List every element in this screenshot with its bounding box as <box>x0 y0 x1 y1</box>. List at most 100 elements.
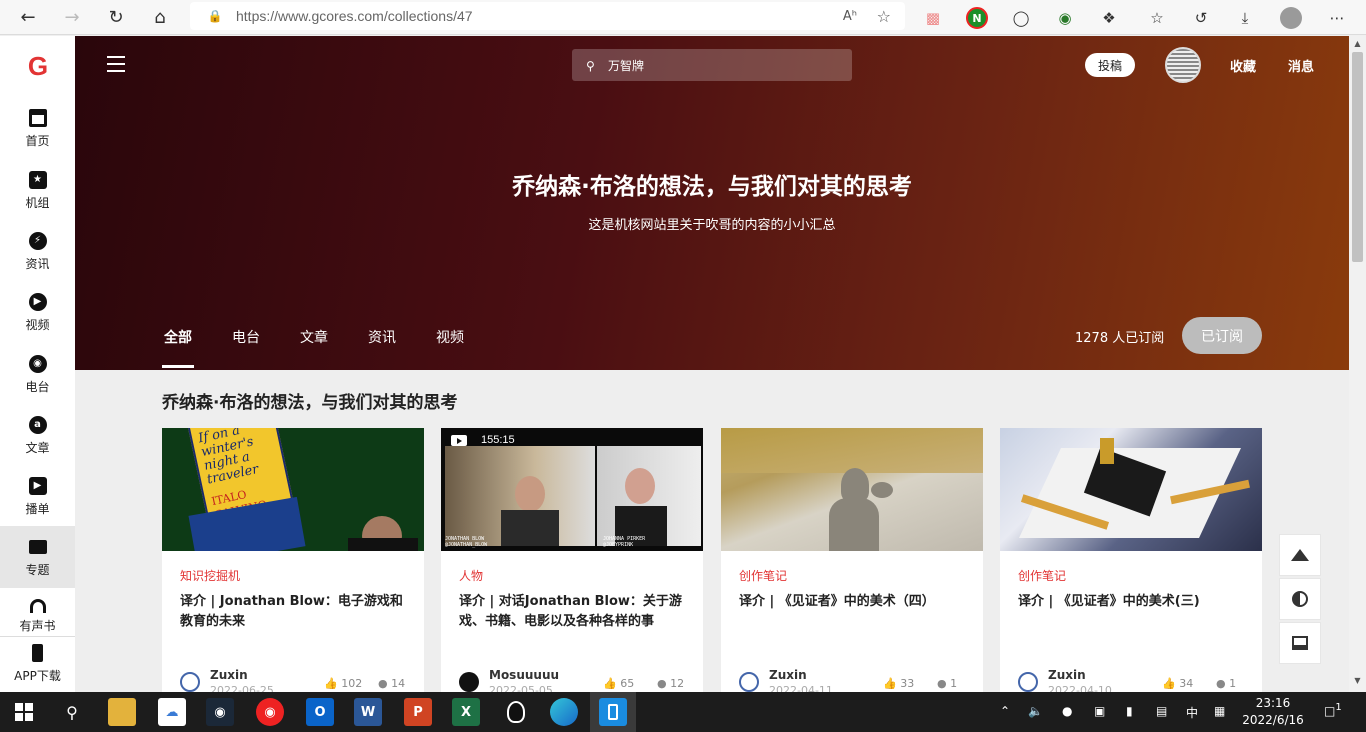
lock-icon[interactable]: 🔒 <box>200 9 230 23</box>
ime-indicator[interactable]: 中 <box>1186 704 1198 721</box>
sidebar-item-home[interactable]: 首页 <box>0 102 75 160</box>
search-input[interactable]: ⚲ 万智牌 <box>572 49 852 81</box>
inbox-button[interactable] <box>1279 622 1321 664</box>
sidebar-item-collections[interactable]: 专题 <box>0 526 75 588</box>
article-card[interactable]: JONATHAN BLOW @JONATHAN_BLOW JOHANNA PIR… <box>441 428 703 692</box>
scroll-down-icon[interactable]: ▼ <box>1352 676 1363 685</box>
card-thumbnail[interactable] <box>1000 428 1262 551</box>
article-card[interactable]: If on a winter's night a traveler ITALO … <box>162 428 424 692</box>
card-category[interactable]: 人物 <box>459 567 483 584</box>
scroll-up-icon[interactable]: ▲ <box>1352 39 1363 48</box>
file-explorer-icon[interactable] <box>108 698 136 726</box>
phone-mirror-icon[interactable] <box>599 698 627 726</box>
cloud-app-icon[interactable]: ☁ <box>158 698 186 726</box>
article-card[interactable]: 创作笔记 译介 | 《见证者》中的美术(三) Zuxin 2022-04-10 … <box>1000 428 1262 692</box>
volume-icon[interactable]: 🔈 <box>1028 704 1043 718</box>
tab-video[interactable]: 视频 <box>436 327 464 347</box>
sidebar-item-video[interactable]: ▶ 视频 <box>0 286 75 344</box>
scroll-top-button[interactable] <box>1279 534 1321 576</box>
sidebar-item-playlist[interactable]: ▶ 播单 <box>0 470 75 528</box>
system-clock[interactable]: 23:16 2022/6/16 <box>1238 695 1308 729</box>
scroll-thumb[interactable] <box>1352 52 1363 262</box>
tray-expand-icon[interactable]: ⌃ <box>1000 704 1010 718</box>
extensions-puzzle-icon[interactable]: ❖ <box>1096 5 1122 31</box>
messages-link[interactable]: 消息 <box>1288 56 1314 75</box>
tab-news[interactable]: 资讯 <box>368 327 396 347</box>
card-author[interactable]: Zuxin <box>210 668 248 682</box>
qq-tray-icon[interactable]: ● <box>1062 704 1072 718</box>
outlook-icon[interactable]: O <box>306 698 334 726</box>
card-thumbnail[interactable]: If on a winter's night a traveler ITALO … <box>162 428 424 551</box>
card-category[interactable]: 创作笔记 <box>739 567 787 584</box>
more-icon[interactable]: ⋯ <box>1324 5 1350 31</box>
author-avatar[interactable] <box>739 672 759 692</box>
card-title[interactable]: 译介 | 《见证者》中的美术(三) <box>1018 592 1250 612</box>
favorites-link[interactable]: 收藏 <box>1230 56 1256 75</box>
tab-all[interactable]: 全部 <box>164 327 192 347</box>
home-icon[interactable]: ⌂ <box>140 2 180 32</box>
sidebar-item-audiobook[interactable]: 有声书 <box>0 593 75 633</box>
read-aloud-icon[interactable]: Aʰ <box>843 9 857 24</box>
battery-icon[interactable]: ▮ <box>1126 704 1133 718</box>
gcores-logo[interactable]: G <box>25 53 51 79</box>
card-title[interactable]: 译介 | 对话Jonathan Blow：关于游戏、书籍、电影以及各种各样的事 <box>459 592 691 632</box>
card-category[interactable]: 知识挖掘机 <box>180 567 240 584</box>
windows-start-icon[interactable] <box>10 698 38 726</box>
extension-password-icon[interactable]: ◯ <box>1008 5 1034 31</box>
screen: ← → ↻ ⌂ 🔒 https://www.gcores.com/collect… <box>0 0 1366 732</box>
back-icon[interactable]: ← <box>8 2 48 32</box>
card-title[interactable]: 译介 | Jonathan Blow：电子游戏和教育的未来 <box>180 592 412 632</box>
notifications-icon[interactable]: □1 <box>1324 702 1342 718</box>
excel-icon[interactable]: X <box>452 698 480 726</box>
favorites-icon[interactable]: ☆ <box>1144 5 1170 31</box>
menu-icon[interactable] <box>107 56 125 72</box>
address-bar[interactable]: 🔒 https://www.gcores.com/collections/47 … <box>190 2 905 30</box>
author-avatar[interactable] <box>180 672 200 692</box>
network-icon[interactable]: ▤ <box>1156 704 1167 718</box>
history-icon[interactable]: ↺ <box>1188 5 1214 31</box>
edge-icon[interactable] <box>550 698 578 726</box>
download-icon[interactable]: ⤓ <box>1232 5 1258 31</box>
steam-icon[interactable]: ◉ <box>206 698 234 726</box>
refresh-icon[interactable]: ↻ <box>96 2 136 32</box>
add-favorite-icon[interactable]: ☆ <box>877 7 891 26</box>
author-avatar[interactable] <box>1018 672 1038 692</box>
extension-pink-icon[interactable]: ▩ <box>920 5 946 31</box>
subscribe-button[interactable]: 已订阅 <box>1182 317 1262 354</box>
page-scrollbar[interactable]: ▲ ▼ <box>1349 36 1366 692</box>
word-icon[interactable]: W <box>354 698 382 726</box>
qq-icon[interactable] <box>502 698 530 726</box>
author-avatar[interactable] <box>459 672 479 692</box>
card-author[interactable]: Mosuuuuu <box>489 668 559 682</box>
card-thumbnail[interactable] <box>721 428 983 551</box>
card-comments: ● 1 <box>937 677 958 690</box>
user-avatar[interactable] <box>1165 47 1201 83</box>
like-icon: 👍 <box>1162 677 1176 690</box>
extension-n-icon[interactable]: N <box>964 5 990 31</box>
sidebar-item-radio[interactable]: ◉ 电台 <box>0 348 75 406</box>
sidebar-item-news[interactable]: ⚡ 资讯 <box>0 225 75 283</box>
card-author[interactable]: Zuxin <box>1048 668 1086 682</box>
sidebar-item-app-download[interactable]: APP下载 <box>0 636 75 692</box>
card-thumbnail[interactable]: JONATHAN BLOW @JONATHAN_BLOW JOHANNA PIR… <box>441 428 703 551</box>
tab-radio[interactable]: 电台 <box>232 327 260 347</box>
card-title[interactable]: 译介 | 《见证者》中的美术（四） <box>739 592 971 612</box>
forward-icon[interactable]: → <box>52 2 92 32</box>
card-author[interactable]: Zuxin <box>769 668 807 682</box>
tab-article[interactable]: 文章 <box>300 327 328 347</box>
powerpoint-icon[interactable]: P <box>404 698 432 726</box>
netease-music-icon[interactable]: ◉ <box>256 698 284 726</box>
card-category[interactable]: 创作笔记 <box>1018 567 1066 584</box>
theme-toggle-button[interactable] <box>1279 578 1321 620</box>
sidebar-item-group[interactable]: ★ 机组 <box>0 164 75 222</box>
extension-globe-icon[interactable]: ◉ <box>1052 5 1078 31</box>
article-icon: a <box>28 415 48 435</box>
submit-button[interactable]: 投稿 <box>1085 53 1135 77</box>
sidebar-item-label: 首页 <box>25 134 50 148</box>
profile-icon[interactable] <box>1278 5 1304 31</box>
security-tray-icon[interactable]: ▣ <box>1094 704 1105 718</box>
sidebar-item-article[interactable]: a 文章 <box>0 409 75 467</box>
article-card[interactable]: 创作笔记 译介 | 《见证者》中的美术（四） Zuxin 2022-04-11 … <box>721 428 983 692</box>
keyboard-grid-icon[interactable]: ▦ <box>1214 704 1225 718</box>
search-icon[interactable]: ⚲ <box>58 698 86 726</box>
